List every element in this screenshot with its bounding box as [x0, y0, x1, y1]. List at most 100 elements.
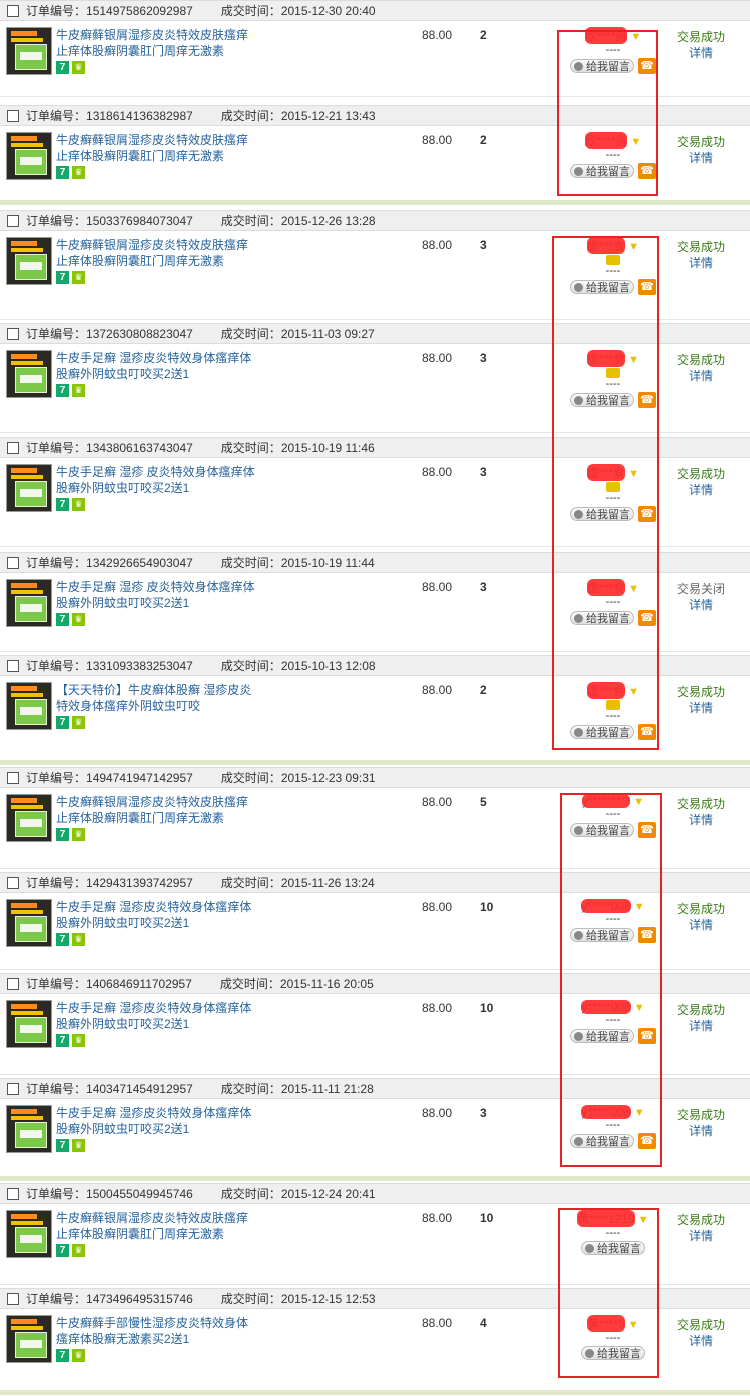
product-title-link[interactable]: 牛皮手足癣 湿疹皮炎特效身体瘙痒体股癣外阴蚊虫叮咬买2送1 [56, 899, 256, 931]
product-title-link[interactable]: 牛皮手足癣 湿疹皮炎特效身体瘙痒体股癣外阴蚊虫叮咬买2送1 [56, 1000, 256, 1032]
order-number-label: 订单编号： [26, 977, 87, 991]
thumbnail-subtitle-band [11, 1221, 43, 1225]
order-checkbox[interactable] [7, 1082, 19, 1095]
product-thumbnail[interactable] [6, 579, 52, 627]
service-badges: 7 ♛ [56, 613, 85, 626]
detail-link[interactable]: 详情 [666, 812, 736, 828]
detail-link[interactable]: 详情 [666, 1333, 736, 1349]
order-number-label: 订单编号： [26, 1187, 87, 1201]
order-number: 1372630808823047 [86, 326, 193, 341]
trade-status: 交易成功 [676, 353, 725, 367]
status-cell: 交易成功 详情 [666, 466, 736, 498]
product-title-link[interactable]: 【天天特价】牛皮癣体股癣 湿疹皮炎特效身体瘙痒外阴蚊虫叮咬 [56, 682, 256, 714]
service-badges: 7 ♛ [56, 166, 85, 179]
detail-link[interactable]: 详情 [666, 700, 736, 716]
product-title-link[interactable]: 牛皮手足癣 湿疹 皮炎特效身体瘙痒体股癣外阴蚊虫叮咬买2送1 [56, 464, 256, 496]
product-thumbnail[interactable] [6, 682, 52, 730]
order-checkbox[interactable] [7, 214, 19, 227]
seven-day-return-icon: 7 [56, 716, 69, 729]
thumbnail-product-box [15, 1017, 47, 1043]
deal-time: 2015-12-26 13:28 [280, 213, 376, 228]
detail-link[interactable]: 详情 [666, 482, 736, 498]
product-thumbnail[interactable] [6, 1315, 52, 1363]
thumbnail-subtitle-band [11, 1326, 43, 1330]
thumbnail-subtitle-band [11, 475, 43, 479]
order-checkbox[interactable] [7, 327, 19, 340]
order-checkbox[interactable] [7, 876, 19, 889]
order-checkbox[interactable] [7, 441, 19, 454]
order-checkbox[interactable] [7, 659, 19, 672]
order-number: 1406846911702957 [86, 976, 192, 991]
product-thumbnail[interactable] [6, 464, 52, 512]
product-title-link[interactable]: 牛皮癣藓银屑湿疹皮炎特效皮肤瘙痒止痒体股癣阴囊肛门周痒无激素 [56, 794, 256, 826]
detail-link[interactable]: 详情 [666, 1123, 736, 1139]
order-number: 1473496495315746 [86, 1291, 193, 1306]
order-number-label: 订单编号： [26, 441, 87, 455]
trade-status: 交易成功 [676, 30, 725, 44]
detail-link[interactable]: 详情 [666, 45, 736, 61]
product-thumbnail[interactable] [6, 350, 52, 398]
product-title-link[interactable]: 牛皮手足癣 湿疹 皮炎特效身体瘙痒体股癣外阴蚊虫叮咬买2送1 [56, 579, 256, 611]
detail-link[interactable]: 详情 [666, 1018, 736, 1034]
detail-link[interactable]: 详情 [666, 150, 736, 166]
order-checkbox[interactable] [7, 977, 19, 990]
detail-link[interactable]: 详情 [666, 597, 736, 613]
status-cell: 交易成功 详情 [666, 901, 736, 933]
product-title-link[interactable]: 牛皮癣藓银屑湿疹皮炎特效皮肤瘙痒止痒体股癣阴囊肛门周痒无激素 [56, 237, 256, 269]
order-checkbox[interactable] [7, 1292, 19, 1305]
service-badges: 7 ♛ [56, 61, 85, 74]
trade-status: 交易成功 [676, 1003, 725, 1017]
deal-time: 2015-10-13 12:08 [280, 658, 376, 673]
product-title-link[interactable]: 牛皮手足癣 湿疹皮炎特效身体瘙痒体股癣外阴蚊虫叮咬买2送1 [56, 350, 256, 382]
thumbnail-title-band [11, 1109, 37, 1114]
seven-day-return-icon: 7 [56, 828, 69, 841]
thumbnail-product-box [15, 1227, 47, 1253]
product-thumbnail[interactable] [6, 1000, 52, 1048]
quantity: 3 [480, 238, 487, 252]
order-checkbox[interactable] [7, 109, 19, 122]
service-badges: 7 ♛ [56, 498, 85, 511]
detail-link[interactable]: 详情 [666, 917, 736, 933]
product-title-link[interactable]: 牛皮癣藓银屑湿疹皮炎特效皮肤瘙痒止痒体股癣阴囊肛门周痒无激素 [56, 1210, 256, 1242]
quantity: 2 [480, 28, 487, 42]
highlight-box [557, 30, 658, 196]
order-checkbox[interactable] [7, 771, 19, 784]
detail-link[interactable]: 详情 [666, 368, 736, 384]
detail-link[interactable]: 详情 [666, 1228, 736, 1244]
thumbnail-title-band [11, 903, 37, 908]
trade-status: 交易成功 [676, 240, 725, 254]
thumbnail-title-band [11, 468, 37, 473]
product-thumbnail[interactable] [6, 1210, 52, 1258]
product-thumbnail[interactable] [6, 794, 52, 842]
seven-day-return-icon: 7 [56, 498, 69, 511]
product-thumbnail[interactable] [6, 27, 52, 75]
unit-price: 88.00 [422, 1211, 453, 1225]
highlight-box [558, 1208, 659, 1378]
product-title-link[interactable]: 牛皮癣藓银屑湿疹皮炎特效皮肤瘙痒止痒体股癣阴囊肛门周痒无激素 [56, 132, 256, 164]
seven-day-return-icon: 7 [56, 271, 69, 284]
seven-day-return-icon: 7 [56, 166, 69, 179]
status-cell: 交易成功 详情 [666, 1317, 736, 1349]
product-thumbnail[interactable] [6, 237, 52, 285]
deal-time: 2015-10-19 11:46 [280, 440, 375, 455]
product-thumbnail[interactable] [6, 899, 52, 947]
service-badges: 7 ♛ [56, 271, 85, 284]
trade-status: 交易成功 [676, 797, 725, 811]
product-title-link[interactable]: 牛皮癣藓银屑湿疹皮炎特效皮肤瘙痒止痒体股癣阴囊肛门周痒无激素 [56, 27, 256, 59]
gift-icon: ♛ [72, 933, 85, 946]
quantity: 3 [480, 580, 487, 594]
order-checkbox[interactable] [7, 4, 19, 17]
order-number: 1500455049945746 [86, 1186, 193, 1201]
order-checkbox[interactable] [7, 556, 19, 569]
product-thumbnail[interactable] [6, 1105, 52, 1153]
gift-icon: ♛ [72, 1349, 85, 1362]
product-thumbnail[interactable] [6, 132, 52, 180]
quantity: 3 [480, 351, 487, 365]
order-number-label: 订单编号： [26, 1292, 87, 1306]
order-checkbox[interactable] [7, 1187, 19, 1200]
service-badges: 7 ♛ [56, 933, 85, 946]
product-title-link[interactable]: 牛皮手足癣 湿疹皮炎特效身体瘙痒体股癣外阴蚊虫叮咬买2送1 [56, 1105, 256, 1137]
product-title-link[interactable]: 牛皮癣藓手部慢性湿疹皮炎特效身体瘙痒体股癣无激素买2送1 [56, 1315, 256, 1347]
detail-link[interactable]: 详情 [666, 255, 736, 271]
gift-icon: ♛ [72, 716, 85, 729]
